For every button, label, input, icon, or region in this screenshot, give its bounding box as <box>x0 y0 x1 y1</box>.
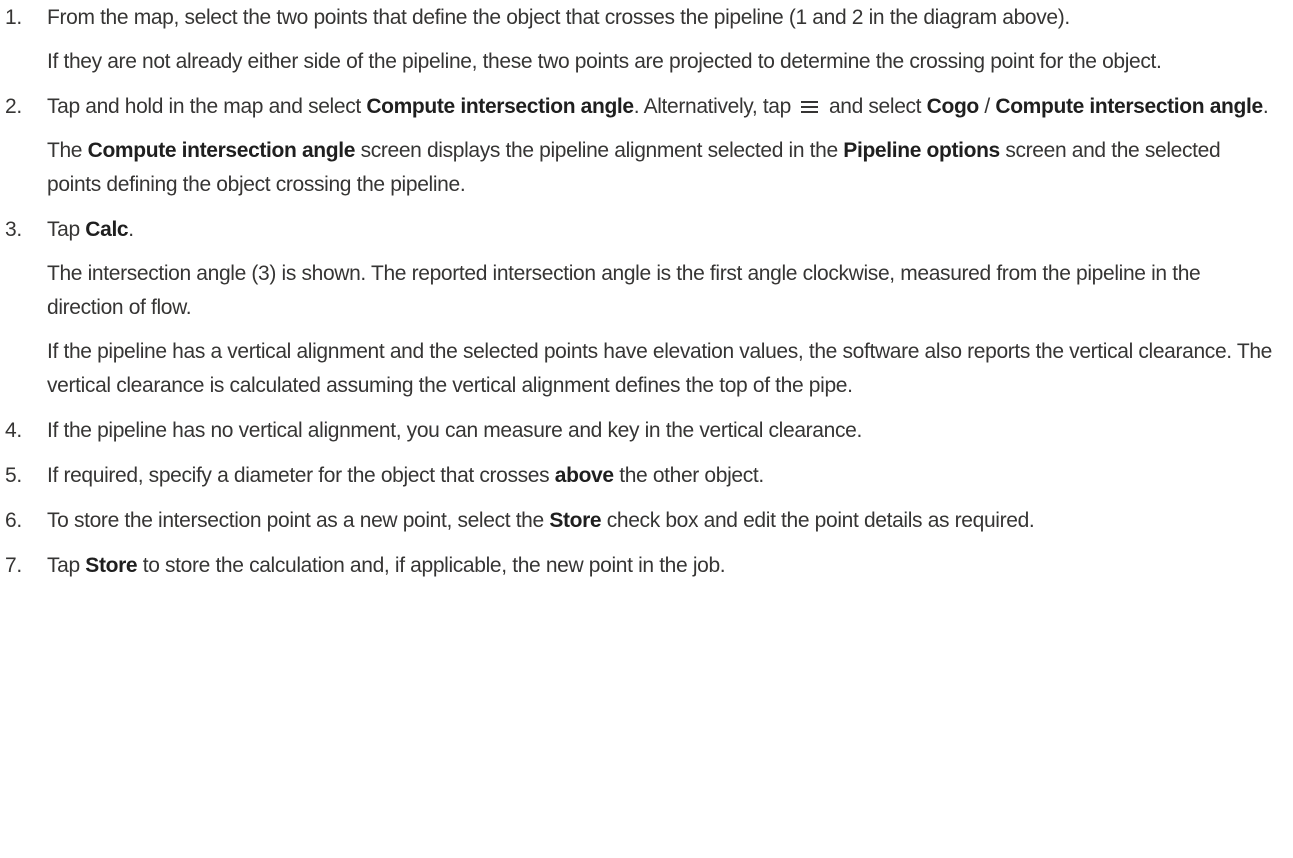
step-5-instruction: If required, specify a diameter for the … <box>47 459 1279 493</box>
step-1: 1. From the map, select the two points t… <box>0 1 1293 79</box>
step-1-instruction: From the map, select the two points that… <box>47 6 1070 29</box>
text-run: . <box>128 218 134 241</box>
step-number: 7. <box>5 554 22 577</box>
step-3: 3. Tap Calc. The intersection angle (3) … <box>0 213 1293 403</box>
step-number: 3. <box>5 218 22 241</box>
step-4: 4. If the pipeline has no vertical align… <box>0 414 1293 448</box>
text-run: to store the calculation and, if applica… <box>137 554 726 577</box>
text-run: check box and edit the point details as … <box>601 509 1035 532</box>
step-3-note: If the pipeline has a vertical alignment… <box>47 340 1273 397</box>
step-number: 4. <box>5 419 22 442</box>
text-run: . <box>1262 95 1269 118</box>
step-4-instruction: If the pipeline has no vertical alignmen… <box>47 419 862 442</box>
step-1-note: If they are not already either side of t… <box>47 50 1162 73</box>
step-5: 5. If required, specify a diameter for t… <box>0 459 1293 493</box>
text-run: To store the intersection point as a new… <box>47 509 550 532</box>
text-run: the other object. <box>613 464 764 487</box>
step-number: 1. <box>5 6 22 29</box>
procedure-steps: 1. From the map, select the two points t… <box>0 1 1293 583</box>
step-number: 2. <box>5 95 22 118</box>
ui-term-compute-intersection-angle: Compute intersection angle <box>87 139 356 162</box>
step-6: 6. To store the intersection point as a … <box>0 504 1293 538</box>
text-run: and select <box>823 95 927 118</box>
text-run: The <box>47 139 88 162</box>
step-2-instruction: Tap and hold in the map and select Compu… <box>47 90 1279 124</box>
text-run: If required, specify a diameter for the … <box>47 464 555 487</box>
ui-term-compute-intersection-angle: Compute intersection angle <box>995 95 1263 118</box>
procedure-page: 1. From the map, select the two points t… <box>0 0 1293 858</box>
step-7-instruction: Tap Store to store the calculation and, … <box>47 549 1279 583</box>
text-run: screen displays the pipeline alignment s… <box>355 139 844 162</box>
ui-term-store: Store <box>549 509 602 532</box>
step-6-instruction: To store the intersection point as a new… <box>47 504 1279 538</box>
step-3-instruction: Tap Calc. <box>47 213 1279 247</box>
step-2: 2. Tap and hold in the map and select Co… <box>0 90 1293 202</box>
step-7: 7. Tap Store to store the calculation an… <box>0 549 1293 583</box>
step-number: 5. <box>5 464 22 487</box>
text-run: Tap <box>47 554 86 577</box>
ui-term-compute-intersection-angle: Compute intersection angle <box>366 95 634 118</box>
step-number: 6. <box>5 509 22 532</box>
ui-term-store: Store <box>85 554 138 577</box>
hamburger-menu-icon <box>801 100 819 114</box>
ui-term-cogo: Cogo <box>926 95 980 118</box>
text-run: . Alternatively, tap <box>633 95 797 118</box>
ui-term-calc: Calc <box>85 218 129 241</box>
text-run: Tap <box>47 218 86 241</box>
step-3-result: The intersection angle (3) is shown. The… <box>47 262 1201 319</box>
step-2-note: The Compute intersection angle screen di… <box>47 134 1279 202</box>
text-run: Tap and hold in the map and select <box>47 95 367 118</box>
emphasis-above: above <box>554 464 614 487</box>
text-run: / <box>978 95 996 118</box>
ui-term-pipeline-options: Pipeline options <box>843 139 1000 162</box>
